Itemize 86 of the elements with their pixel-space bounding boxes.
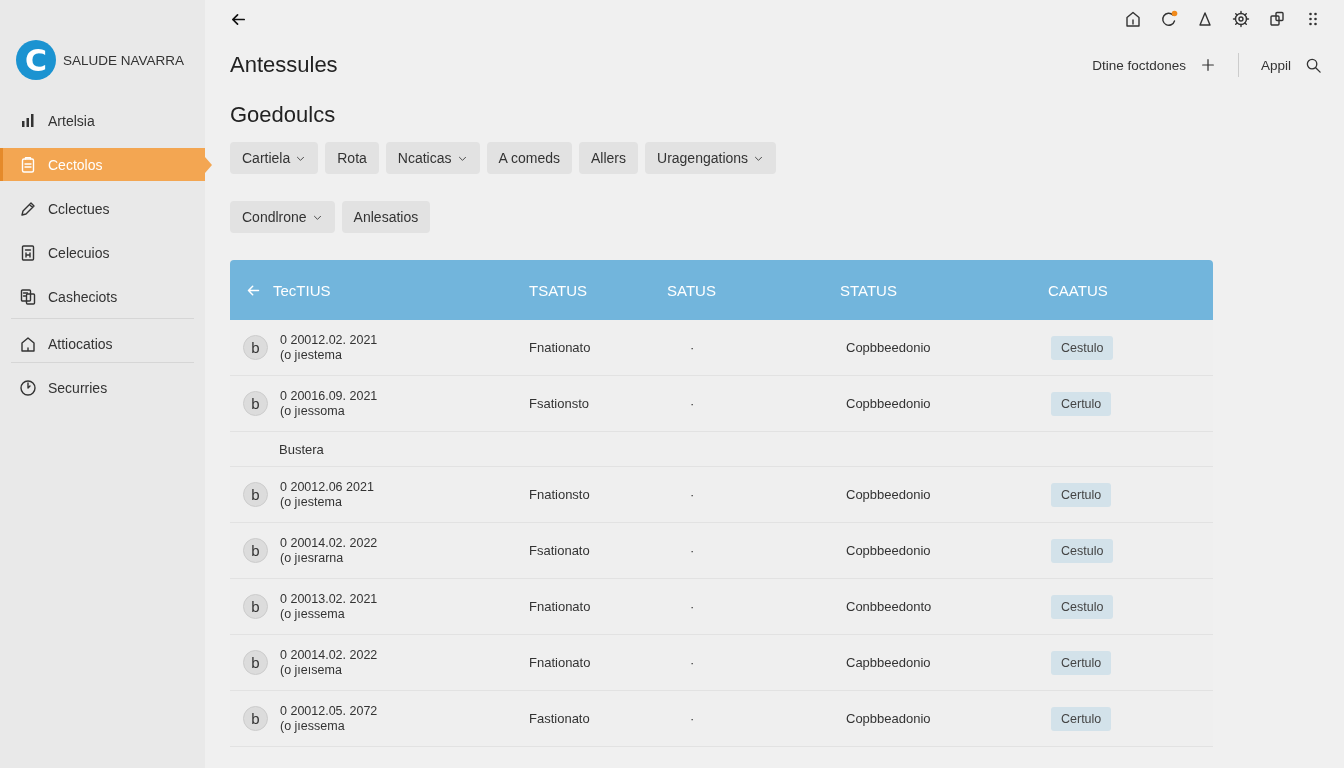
column-header: TSATUS: [529, 281, 588, 299]
table-cell: Fnationato: [529, 655, 591, 670]
filter-chip[interactable]: A comeds: [486, 142, 572, 174]
date-text: 0 20016.09. 2021: [280, 388, 378, 404]
date-text: 0 20012.06 2021: [280, 479, 374, 495]
table-cell: Fnationato: [529, 340, 591, 355]
subtitle-text: (o jıessoma: [280, 403, 346, 419]
search-icon[interactable]: [1305, 56, 1322, 74]
table-cell: ·: [690, 711, 695, 726]
avatar: b: [243, 335, 268, 360]
subtitle-text: (o jıessema: [280, 718, 346, 734]
table-cell: Fnationato: [529, 599, 591, 614]
table-cell: ·: [690, 396, 695, 411]
table-cell: ·: [690, 543, 695, 558]
column-header: SATUS: [667, 281, 716, 299]
windows-icon[interactable]: [1268, 10, 1286, 28]
status-tag: Certulo: [1051, 650, 1112, 675]
brand-logo: C: [16, 40, 56, 80]
table-cell: Capbbeedonio: [846, 655, 931, 670]
table-cell: Fnationsto: [529, 487, 590, 502]
group-label: Bustera: [279, 441, 324, 457]
table-cell: Copbbeedonio: [846, 543, 931, 558]
sidebar-item[interactable]: Casheciots: [0, 280, 205, 313]
brand-name: SALUDE NAVARRA: [63, 52, 185, 68]
sidebar-item[interactable]: Cclectues: [0, 192, 205, 225]
date-text: 0 20012.05. 2072: [280, 703, 378, 719]
subtitle-text: (o jıesrarna: [280, 550, 345, 566]
filter-chip[interactable]: Allers: [579, 142, 638, 174]
sidebar-item[interactable]: Artelsia: [0, 104, 205, 137]
status-tag: Cestulo: [1051, 538, 1114, 563]
refresh-icon[interactable]: [1160, 10, 1178, 28]
date-text: 0 20012.02. 2021: [280, 332, 378, 348]
table-cell: ·: [690, 655, 695, 670]
house-icon[interactable]: [1124, 10, 1142, 28]
filter-chip[interactable]: Rota: [325, 142, 379, 174]
table-cell: ·: [690, 340, 695, 355]
status-tag: Cestulo: [1051, 335, 1114, 360]
filter-dropdown[interactable]: Cartiela: [230, 142, 319, 174]
table-cell: Fsationsto: [529, 396, 589, 411]
status-tag: Certulo: [1051, 482, 1112, 507]
settings-icon[interactable]: [1232, 10, 1250, 28]
column-header: CAATUS: [1048, 281, 1108, 299]
account-link[interactable]: Appil: [1260, 57, 1291, 73]
subtitle-text: (o jıessema: [280, 606, 346, 622]
clipboard-icon: [19, 155, 37, 174]
status-tag: Certulo: [1051, 391, 1112, 416]
clock-icon: [19, 378, 37, 397]
section-title: Goedoulcs: [230, 102, 337, 128]
avatar: b: [243, 594, 268, 619]
avatar: b: [243, 391, 268, 416]
subtitle-text: (o jıeısema: [280, 662, 343, 678]
column-header: STATUS: [840, 281, 897, 299]
date-text: 0 20014.02. 2022: [280, 647, 378, 663]
bell-icon[interactable]: [1196, 10, 1214, 28]
table-cell: Copbbeadonio: [846, 711, 931, 726]
table-cell: Fastionato: [529, 711, 590, 726]
table-cell: Fsationato: [529, 543, 590, 558]
document-icon: [19, 243, 37, 262]
table-cell: Copbbeedonio: [846, 396, 931, 411]
avatar: b: [243, 538, 268, 563]
subtitle-text: (o jıestema: [280, 347, 343, 363]
bar-chart-icon: [19, 111, 37, 130]
filter-dropdown[interactable]: Condlrone: [230, 201, 335, 233]
table-cell: ·: [690, 487, 695, 502]
avatar: b: [243, 650, 268, 675]
date-text: 0 20014.02. 2022: [280, 535, 378, 551]
house-icon: [19, 334, 37, 353]
table-cell: Copbbeedonio: [846, 340, 931, 355]
plus-icon[interactable]: [1199, 57, 1216, 73]
table-cell: Copbbeedonio: [846, 487, 931, 502]
table-cell: Conbbeedonto: [846, 599, 932, 614]
table-cell: ·: [690, 599, 695, 614]
avatar: b: [243, 482, 268, 507]
column-header: TecTIUS: [273, 281, 331, 299]
status-tag: Certulo: [1051, 706, 1112, 731]
filter-chip[interactable]: Anlesatios: [341, 201, 431, 233]
page-title: Antessules: [230, 52, 338, 78]
subtitle-text: (o jıestema: [280, 494, 343, 510]
sidebar-item[interactable]: Celecuios: [0, 236, 205, 269]
filter-dropdown[interactable]: Uragengations: [645, 142, 777, 174]
avatar: b: [243, 706, 268, 731]
files-icon: [19, 287, 37, 306]
status-tag: Cestulo: [1051, 594, 1114, 619]
action-link[interactable]: Dtine foctdones: [1092, 57, 1186, 73]
date-text: 0 20013.02. 2021: [280, 591, 378, 607]
filter-dropdown[interactable]: Ncaticas: [385, 142, 480, 174]
